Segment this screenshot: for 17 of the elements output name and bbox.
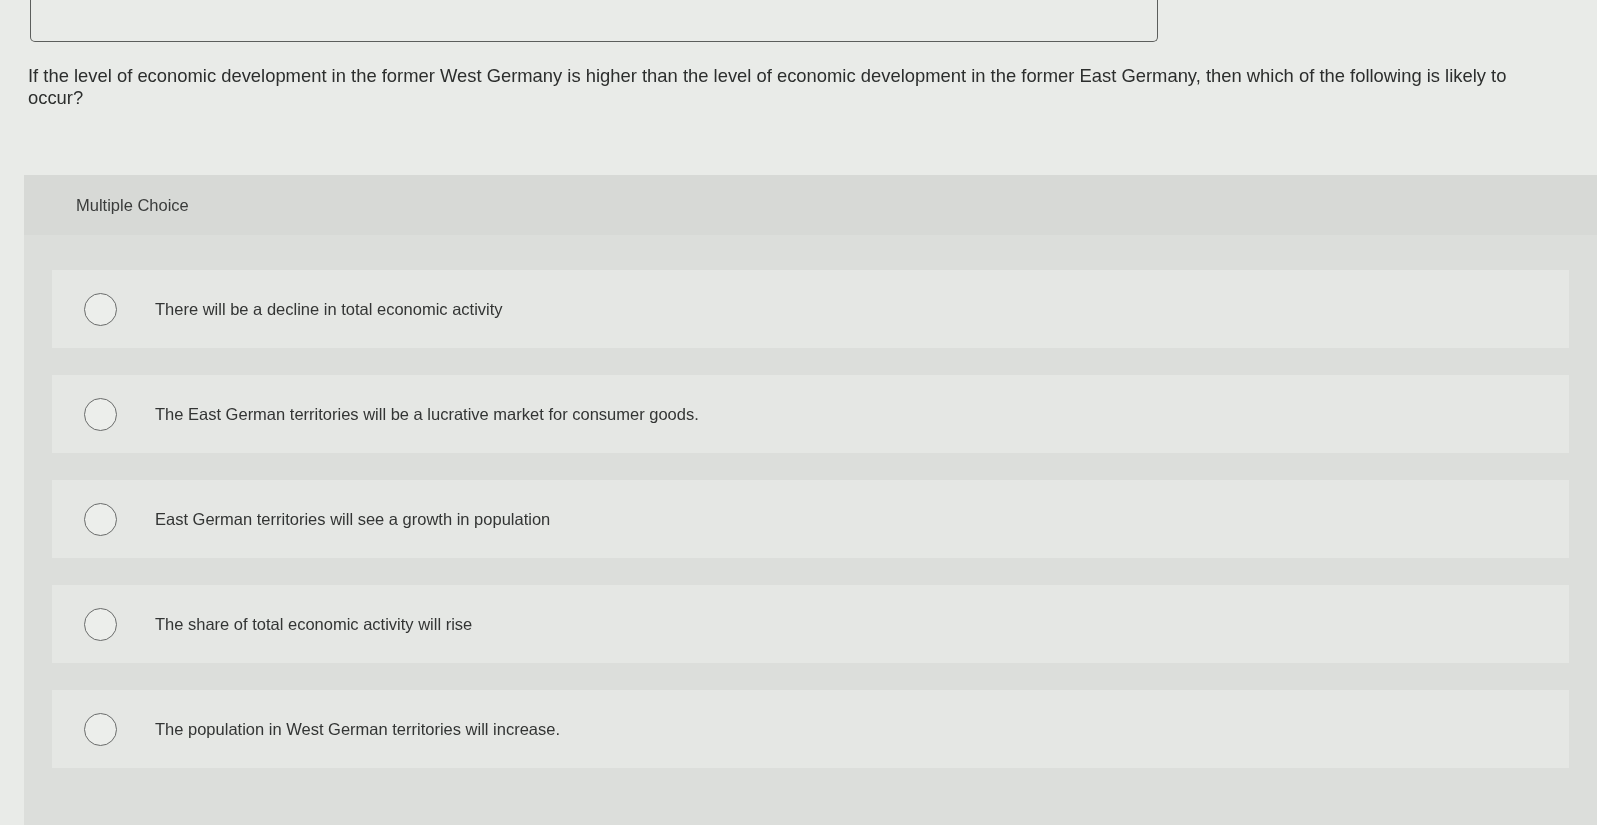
answer-option[interactable]: The population in West German territories will increase. — [52, 690, 1569, 768]
option-text: East German territories will see a growth in population — [155, 509, 551, 529]
radio-button[interactable] — [84, 607, 117, 641]
radio-button[interactable] — [84, 397, 117, 431]
option-text: There will be a decline in total economic activity — [155, 299, 503, 319]
option-text: The share of total economic activity will rise — [155, 614, 473, 634]
radio-button[interactable] — [84, 502, 117, 536]
answer-option[interactable]: There will be a decline in total economic activity — [52, 270, 1569, 348]
answer-option[interactable]: The East German territories will be a lucrative market for consumer goods. — [52, 375, 1569, 453]
radio-button[interactable] — [84, 292, 117, 326]
radio-button[interactable] — [84, 712, 117, 746]
answer-option[interactable]: The share of total economic activity will rise — [52, 585, 1569, 663]
answer-option[interactable]: East German territories will see a growth in population — [52, 480, 1569, 558]
question-text: If the level of economic development in the former West Germany is higher than the level of economic development in the former East Germany, then which of the following is likely to occur? — [28, 65, 1508, 109]
option-text: The population in West German territories will increase. — [155, 719, 561, 739]
panel-heading: Multiple Choice — [76, 195, 189, 215]
option-text: The East German territories will be a lucrative market for consumer goods. — [155, 404, 699, 424]
